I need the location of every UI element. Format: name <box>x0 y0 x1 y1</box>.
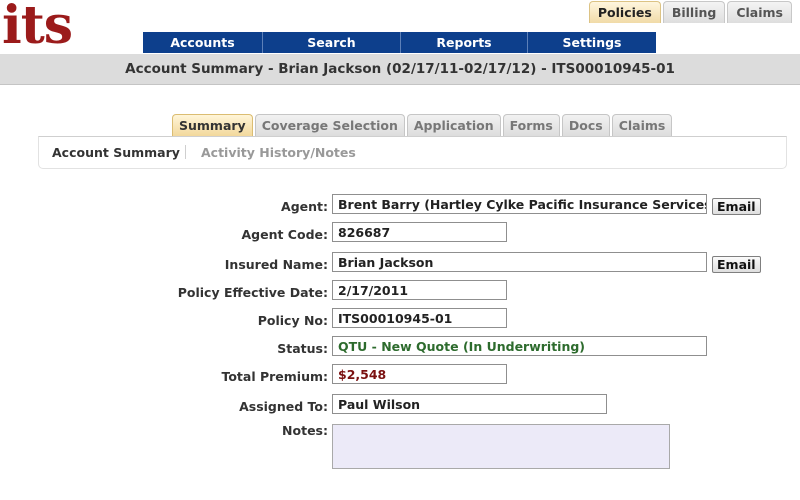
insured-email-button[interactable]: Email <box>712 256 761 273</box>
assigned-to-field[interactable]: Paul Wilson <box>332 394 607 414</box>
agent-code-label: Agent Code: <box>241 227 328 242</box>
notes-textarea[interactable] <box>332 424 670 469</box>
tab-billing[interactable]: Billing <box>662 1 726 23</box>
effective-date-field[interactable]: 2/17/2011 <box>332 280 507 300</box>
total-premium-label: Total Premium: <box>221 369 328 384</box>
main-nav: Accounts Search Reports Settings <box>143 32 656 53</box>
agent-field[interactable]: Brent Barry (Hartley Cylke Pacific Insur… <box>332 194 707 214</box>
tab-policies[interactable]: Policies <box>588 1 661 23</box>
nav-reports[interactable]: Reports <box>401 32 528 53</box>
nav-search[interactable]: Search <box>263 32 401 53</box>
tab-claims-sub[interactable]: Claims <box>611 114 673 137</box>
section-nav-panel: Account Summary Activity History/Notes <box>38 136 787 169</box>
section-account-summary[interactable]: Account Summary <box>52 145 180 160</box>
policy-no-label: Policy No: <box>257 313 328 328</box>
page-title: Account Summary - Brian Jackson (02/17/1… <box>0 54 800 85</box>
tab-coverage-selection[interactable]: Coverage Selection <box>254 114 405 137</box>
total-premium-field[interactable]: $2,548 <box>332 364 507 384</box>
policy-no-field[interactable]: ITS00010945-01 <box>332 308 507 328</box>
section-divider <box>185 145 186 159</box>
notes-label: Notes: <box>282 423 328 438</box>
tab-summary[interactable]: Summary <box>172 114 253 137</box>
tab-forms[interactable]: Forms <box>502 114 560 137</box>
tab-claims[interactable]: Claims <box>727 1 792 23</box>
top-tab-bar: Policies Billing Claims <box>588 1 792 23</box>
sub-tab-bar: Summary Coverage Selection Application F… <box>172 114 673 137</box>
agent-email-button[interactable]: Email <box>712 198 761 215</box>
nav-settings[interactable]: Settings <box>528 32 656 53</box>
tab-docs[interactable]: Docs <box>561 114 610 137</box>
effective-date-label: Policy Effective Date: <box>177 285 328 300</box>
assigned-to-label: Assigned To: <box>239 399 328 414</box>
section-activity-history[interactable]: Activity History/Notes <box>201 145 356 160</box>
status-label: Status: <box>277 341 328 356</box>
agent-code-field[interactable]: 826687 <box>332 222 507 242</box>
nav-accounts[interactable]: Accounts <box>143 32 263 53</box>
insured-name-field[interactable]: Brian Jackson <box>332 252 707 272</box>
its-logo: its <box>2 0 73 56</box>
insured-name-label: Insured Name: <box>224 257 328 272</box>
status-field[interactable]: QTU - New Quote (In Underwriting) <box>332 336 707 356</box>
tab-application[interactable]: Application <box>406 114 501 137</box>
agent-label: Agent: <box>281 199 328 214</box>
